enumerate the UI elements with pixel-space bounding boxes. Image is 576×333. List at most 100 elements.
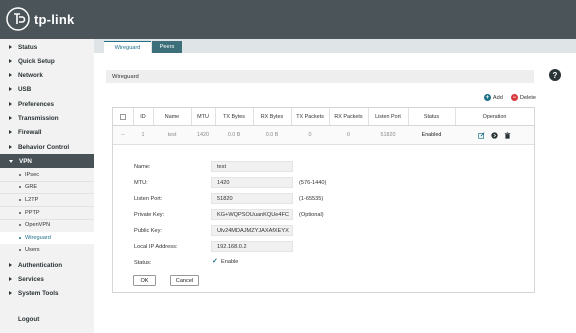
sidebar-subitem-openvpn[interactable]: OpenVPN xyxy=(0,219,94,231)
bullet-icon xyxy=(19,224,21,226)
name-field[interactable]: test xyxy=(211,161,293,172)
sidebar-subitem-users[interactable]: Users xyxy=(0,244,94,256)
public-key-label: Public Key: xyxy=(134,228,162,234)
logout-link[interactable]: Logout xyxy=(18,316,39,323)
chevron-right-icon xyxy=(9,59,12,63)
sidebar-item-system-tools[interactable]: System Tools xyxy=(0,286,94,300)
main-panel: Wireguard Peers ? Wireguard + Add − Dele… xyxy=(94,39,576,333)
sidebar-item-authentication[interactable]: Authentication xyxy=(0,258,94,272)
add-button[interactable]: + Add xyxy=(483,94,503,101)
sidebar: Status Quick Setup Network USB Preferenc… xyxy=(0,39,94,333)
bullet-icon xyxy=(19,237,21,239)
toolbar: + Add − Delete xyxy=(483,94,536,101)
cancel-button[interactable]: Cancel xyxy=(170,275,199,286)
cell-rx-packets: 0 xyxy=(347,132,350,138)
tab-bar: Wireguard Peers xyxy=(94,39,576,53)
sidebar-subitem-ipsec[interactable]: IPsec xyxy=(0,169,94,181)
table-row[interactable]: -- 1 test 1420 0.0 B 0.0 B 0 0 51820 Ena… xyxy=(113,126,534,145)
toggle-icon[interactable] xyxy=(491,131,498,139)
sidebar-item-usb[interactable]: USB xyxy=(0,82,94,96)
sidebar-item-label: Quick Setup xyxy=(18,57,55,65)
sidebar-item-label: Authentication xyxy=(18,261,63,269)
tp-link-logo-icon xyxy=(6,7,30,31)
chevron-right-icon xyxy=(9,116,12,120)
header-mtu: MTU xyxy=(197,113,209,120)
chevron-right-icon xyxy=(9,130,12,134)
sidebar-subitem-label: Users xyxy=(25,247,40,253)
chevron-down-icon xyxy=(9,159,13,163)
delete-button[interactable]: − Delete xyxy=(510,94,536,101)
ok-button[interactable]: OK xyxy=(133,275,156,286)
sidebar-item-network[interactable]: Network xyxy=(0,68,94,82)
logo-text: tp-link xyxy=(34,11,75,27)
sidebar-item-services[interactable]: Services xyxy=(0,272,94,286)
chevron-right-icon xyxy=(9,73,12,77)
enable-checkbox[interactable]: ✓ Enable xyxy=(212,258,238,265)
bullet-icon xyxy=(19,249,21,251)
cell-tx-bytes: 0.0 B xyxy=(227,132,241,138)
header-tx-bytes: TX Bytes xyxy=(223,113,245,120)
listen-port-hint: (1-65535) xyxy=(299,196,324,202)
header-tx-packets: TX Packets xyxy=(296,113,324,120)
private-key-label: Private Key: xyxy=(134,212,165,218)
section-title: Wireguard xyxy=(106,70,534,83)
header-rx-bytes: RX Bytes xyxy=(260,113,284,120)
chevron-right-icon xyxy=(9,263,12,267)
sidebar-item-quick-setup[interactable]: Quick Setup xyxy=(0,54,94,68)
sidebar-item-behavior-control[interactable]: Behavior Control xyxy=(0,140,94,154)
mtu-field[interactable]: 1420 xyxy=(211,177,293,188)
chevron-right-icon xyxy=(9,87,12,91)
sidebar-item-status[interactable]: Status xyxy=(0,40,94,54)
help-icon[interactable]: ? xyxy=(549,69,561,81)
sidebar-subitem-wireguard[interactable]: Wireguard xyxy=(0,232,94,244)
cell-operation xyxy=(455,126,534,144)
header-name: Name xyxy=(164,113,180,120)
tab-wireguard[interactable]: Wireguard xyxy=(104,41,151,53)
sidebar-item-label: USB xyxy=(18,85,32,93)
sidebar-item-label: Transmission xyxy=(18,114,59,122)
sidebar-item-vpn[interactable]: VPN xyxy=(0,154,94,168)
mtu-label: MTU: xyxy=(134,180,148,186)
sidebar-subitem-l2tp[interactable]: L2TP xyxy=(0,194,94,206)
select-all-checkbox[interactable] xyxy=(120,113,126,120)
sidebar-subitem-label: OpenVPN xyxy=(25,222,51,228)
sidebar-subitem-label: IPsec xyxy=(25,172,39,178)
tp-link-logo: tp-link xyxy=(6,7,74,31)
edit-icon[interactable] xyxy=(478,131,485,139)
header-listen-port: Listen Port xyxy=(375,113,401,120)
sidebar-item-transmission[interactable]: Transmission xyxy=(0,111,94,125)
private-key-hint: (Optional) xyxy=(299,212,324,218)
mtu-hint: (576-1440) xyxy=(299,180,327,186)
name-label: Name: xyxy=(134,164,151,170)
minus-icon: − xyxy=(510,94,518,101)
sidebar-item-label: System Tools xyxy=(18,289,59,297)
bullet-icon xyxy=(19,186,21,188)
cell-tx-packets: 0 xyxy=(308,132,312,138)
private-key-field[interactable]: KG+WQPSOUuanKQUe4FC xyxy=(211,209,293,220)
row-select: -- xyxy=(121,132,125,138)
public-key-field: Ulv24MDAJMZYJAXAfXEYX xyxy=(211,225,293,236)
table-header: ID Name MTU TX Bytes RX Bytes TX Packets… xyxy=(113,108,534,126)
chevron-right-icon xyxy=(9,145,12,149)
wireguard-table: ID Name MTU TX Bytes RX Bytes TX Packets… xyxy=(112,107,535,293)
sidebar-subitem-pptp[interactable]: PPTP xyxy=(0,207,94,219)
header-operation: Operation xyxy=(482,113,507,120)
sidebar-subitem-label: L2TP xyxy=(25,197,39,203)
cell-rx-bytes: 0.0 B xyxy=(265,132,279,138)
bullet-icon xyxy=(19,199,21,201)
sidebar-subitem-label: Wireguard xyxy=(25,235,51,241)
chevron-right-icon xyxy=(9,291,12,295)
listen-port-field[interactable]: 51820 xyxy=(211,193,293,204)
check-icon: ✓ xyxy=(212,258,218,265)
local-ip-field[interactable]: 192.168.0.2 xyxy=(211,241,293,252)
status-label: Status: xyxy=(134,260,152,266)
sidebar-item-firewall[interactable]: Firewall xyxy=(0,125,94,139)
sidebar-item-label: Preferences xyxy=(18,100,55,108)
sidebar-subitem-gre[interactable]: GRE xyxy=(0,181,94,193)
chevron-right-icon xyxy=(9,102,12,106)
sidebar-item-label: Status xyxy=(18,43,38,51)
trash-icon[interactable] xyxy=(504,131,511,139)
listen-port-label: Listen Port: xyxy=(134,196,163,202)
tab-peers[interactable]: Peers xyxy=(152,41,182,53)
sidebar-item-preferences[interactable]: Preferences xyxy=(0,97,94,111)
